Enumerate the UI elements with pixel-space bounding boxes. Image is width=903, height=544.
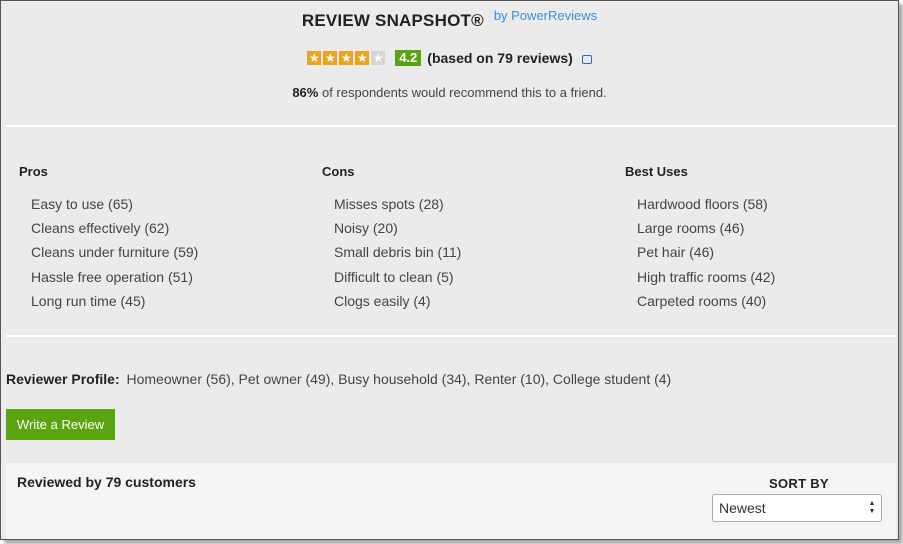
pros-item: Cleans effectively (62) bbox=[31, 220, 170, 237]
review-snapshot-panel: REVIEW SNAPSHOT® by PowerReviews ★ ★ ★ ★… bbox=[0, 0, 899, 540]
best-uses-title: Best Uses bbox=[625, 164, 688, 179]
reviewer-profile-label: Reviewer Profile: bbox=[6, 371, 120, 387]
reviewer-profile: Reviewer Profile: Homeowner (56), Pet ow… bbox=[6, 371, 671, 387]
star-icon: ★ bbox=[355, 51, 370, 65]
star-rating: ★ ★ ★ ★ ★ bbox=[307, 51, 386, 65]
rating-summary: ★ ★ ★ ★ ★ 4.2 (based on 79 reviews) bbox=[1, 50, 898, 66]
recommend-text: of respondents would recommend this to a… bbox=[321, 85, 607, 100]
divider bbox=[6, 335, 896, 337]
pros-column: Pros Easy to use (65) Cleans effectively… bbox=[19, 164, 198, 317]
star-icon: ★ bbox=[339, 51, 354, 65]
cons-item: Misses spots (28) bbox=[334, 196, 444, 212]
cons-item: Small debris bin (11) bbox=[334, 244, 462, 261]
snapshot-header: REVIEW SNAPSHOT® by PowerReviews bbox=[1, 8, 898, 31]
pros-title: Pros bbox=[19, 164, 48, 179]
best-uses-item: Carpeted rooms (40) bbox=[637, 292, 767, 309]
best-uses-item: Hardwood floors (58) bbox=[637, 196, 768, 212]
recommend-percent: 86% bbox=[292, 85, 319, 100]
star-empty-icon: ★ bbox=[371, 51, 386, 65]
cons-item: Difficult to clean (5) bbox=[334, 268, 454, 285]
pros-item: Long run time (45) bbox=[31, 292, 146, 309]
powerreviews-link[interactable]: by PowerReviews bbox=[494, 8, 597, 23]
rating-badge: 4.2 bbox=[395, 50, 422, 66]
star-icon: ★ bbox=[307, 51, 322, 65]
sort-select-value: Newest bbox=[719, 500, 766, 516]
best-uses-column: Best Uses Hardwood floors (58) Large roo… bbox=[625, 164, 775, 317]
star-icon: ★ bbox=[323, 51, 338, 65]
reviews-toolbar: Reviewed by 79 customers SORT BY Newest … bbox=[6, 463, 896, 539]
info-icon[interactable] bbox=[581, 54, 592, 64]
select-arrows-icon: ▲ ▼ bbox=[868, 500, 876, 515]
write-review-button[interactable]: Write a Review bbox=[6, 409, 115, 440]
best-uses-item: Large rooms (46) bbox=[637, 220, 745, 237]
best-uses-item: High traffic rooms (42) bbox=[637, 268, 776, 285]
pros-item: Easy to use (65) bbox=[31, 196, 133, 212]
cons-item: Clogs easily (4) bbox=[334, 292, 431, 309]
cons-column: Cons Misses spots (28) Noisy (20) Small … bbox=[322, 164, 461, 317]
reviewed-by-count: Reviewed by 79 customers bbox=[17, 474, 196, 490]
sort-select[interactable]: Newest ▲ ▼ bbox=[712, 494, 882, 522]
best-uses-item: Pet hair (46) bbox=[637, 244, 715, 261]
snapshot-title: REVIEW SNAPSHOT® bbox=[301, 11, 484, 30]
cons-item: Noisy (20) bbox=[334, 220, 398, 237]
cons-title: Cons bbox=[322, 164, 355, 179]
pros-item: Cleans under furniture (59) bbox=[31, 244, 199, 261]
reviewer-profile-value: Homeowner (56), Pet owner (49), Busy hou… bbox=[126, 371, 672, 387]
recommend-line: 86% of respondents would recommend this … bbox=[1, 85, 898, 100]
divider bbox=[6, 125, 896, 127]
review-count: (based on 79 reviews) bbox=[427, 50, 573, 66]
sort-by-label: SORT BY bbox=[769, 476, 829, 491]
pros-item: Hassle free operation (51) bbox=[31, 268, 193, 285]
